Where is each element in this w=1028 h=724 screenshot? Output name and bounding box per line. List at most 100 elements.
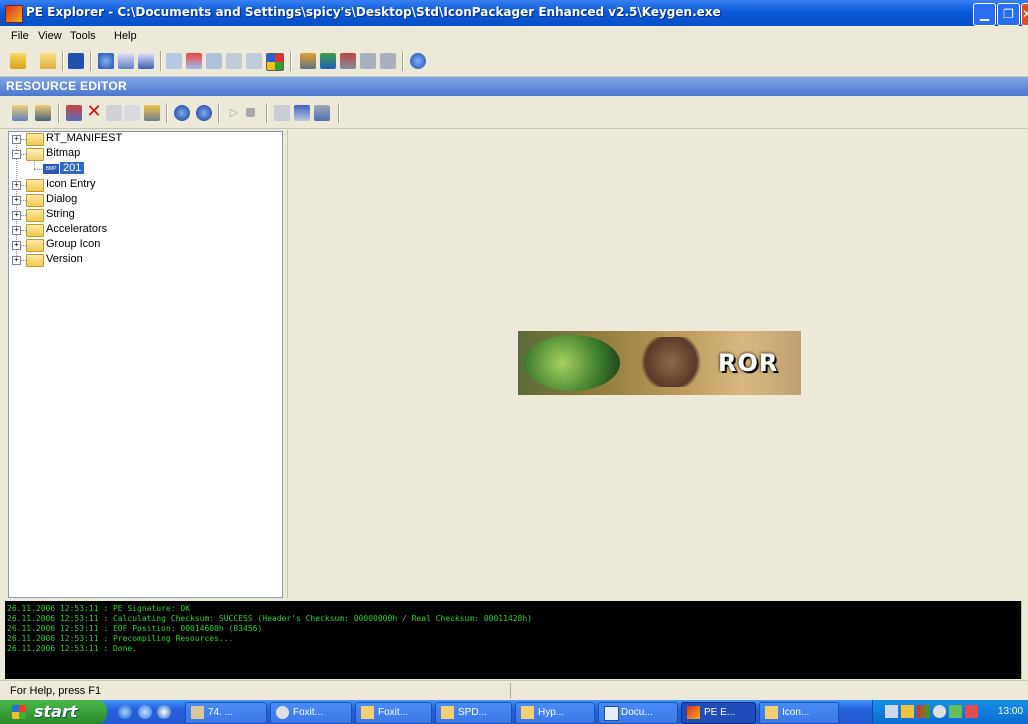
- paste-icon[interactable]: [144, 105, 160, 121]
- taskbar-item[interactable]: Docu...: [598, 702, 678, 724]
- foxit-icon: [276, 706, 289, 719]
- tools-icon[interactable]: [360, 53, 376, 69]
- tray-app-icon[interactable]: [933, 705, 946, 718]
- taskbar-item[interactable]: Hyp...: [515, 702, 595, 724]
- tree-item-string[interactable]: + String: [9, 208, 279, 222]
- pe-explorer-icon: [687, 706, 700, 719]
- resource-tree[interactable]: + RT_MANIFEST − Bitmap BMP 201 + Icon En…: [8, 131, 283, 598]
- tree-item-group-icon[interactable]: + Group Icon: [9, 238, 279, 252]
- log-line: 26.11.2006 12:53:11 : PE Signature: OK: [7, 604, 191, 613]
- bitmap-preview-image: ROR: [518, 331, 801, 395]
- play-icon[interactable]: ▷: [226, 105, 242, 121]
- folder-icon: [26, 239, 44, 252]
- move-down-icon[interactable]: [174, 105, 190, 121]
- folder-icon: [765, 706, 778, 719]
- save-resource-icon[interactable]: [12, 105, 28, 121]
- taskbar-item[interactable]: 74. ...: [185, 702, 267, 724]
- ie-icon[interactable]: [118, 705, 132, 719]
- delete-icon[interactable]: ✕: [86, 103, 102, 121]
- undo-icon[interactable]: [106, 105, 122, 121]
- open-file-icon[interactable]: [10, 53, 26, 69]
- tray-app-icon[interactable]: [901, 705, 914, 718]
- start-button[interactable]: start: [0, 700, 107, 724]
- export-icon[interactable]: [166, 53, 182, 69]
- resource-toolbar: ✕ ▷: [0, 96, 1028, 129]
- tree-item-accelerators[interactable]: + Accelerators: [9, 223, 279, 237]
- tree-icon[interactable]: [320, 53, 336, 69]
- ie-alt-icon[interactable]: [138, 705, 152, 719]
- resource-editor-header: RESOURCE EDITOR: [0, 77, 1028, 96]
- menu-help[interactable]: Help: [114, 30, 137, 42]
- maximize-button[interactable]: ❐: [997, 3, 1020, 26]
- taskbar: start 74. ... Foxit... Foxit... SPD... H…: [0, 700, 1028, 724]
- load-resource-icon[interactable]: [35, 105, 51, 121]
- folder-icon: [521, 706, 534, 719]
- taskbar-item[interactable]: Icon...: [759, 702, 839, 724]
- copy-icon[interactable]: [124, 105, 140, 121]
- tree-item-icon-entry[interactable]: + Icon Entry: [9, 178, 279, 192]
- temple-image: [636, 337, 706, 387]
- menu-tools[interactable]: Tools: [70, 30, 96, 42]
- app-icon: [191, 706, 204, 719]
- resource-editor-label: RESOURCE EDITOR: [6, 79, 127, 93]
- tree-item-dialog[interactable]: + Dialog: [9, 193, 279, 207]
- tree-item-rt-manifest[interactable]: + RT_MANIFEST: [9, 132, 279, 146]
- log-scrollbar[interactable]: [1021, 601, 1028, 679]
- tray-app-icon[interactable]: [917, 705, 930, 718]
- headers-icon[interactable]: [118, 53, 134, 69]
- banner-text: ROR: [718, 349, 779, 377]
- options-icon[interactable]: [380, 53, 396, 69]
- open-folder-icon[interactable]: [40, 53, 56, 69]
- plugins-icon[interactable]: [300, 53, 316, 69]
- help-icon[interactable]: [410, 53, 426, 69]
- network-icon[interactable]: [885, 705, 898, 718]
- tray-app-icon[interactable]: [949, 705, 962, 718]
- clock[interactable]: 13:00: [998, 706, 1023, 717]
- sections-icon[interactable]: [138, 53, 154, 69]
- log-line: 26.11.2006 12:53:11 : Calculating Checks…: [7, 614, 532, 623]
- folder-icon: [26, 224, 44, 237]
- minimize-button[interactable]: ▁: [973, 3, 996, 26]
- properties-icon[interactable]: [294, 105, 310, 121]
- save-icon[interactable]: [68, 53, 84, 69]
- dialog-editor-icon[interactable]: [314, 105, 330, 121]
- open-folder-icon: [26, 148, 44, 161]
- dependency-icon[interactable]: [246, 53, 262, 69]
- log-output[interactable]: 26.11.2006 12:53:11 : PE Signature: OK 2…: [5, 601, 1023, 679]
- log-line: 26.11.2006 12:53:11 : Done.: [7, 644, 138, 653]
- taskbar-item[interactable]: Foxit...: [270, 702, 352, 724]
- status-text: For Help, press F1: [10, 685, 102, 697]
- app-icon[interactable]: [5, 5, 23, 23]
- edit-resource-icon[interactable]: [66, 105, 82, 121]
- menu-file[interactable]: File: [11, 30, 29, 42]
- resources-icon[interactable]: [206, 53, 222, 69]
- menu-view[interactable]: View: [38, 30, 62, 42]
- info-icon[interactable]: [98, 53, 114, 69]
- close-button[interactable]: ✕: [1021, 3, 1028, 26]
- folder-icon: [26, 179, 44, 192]
- system-tray: 13:00: [872, 700, 1028, 724]
- folder-icon: [26, 194, 44, 207]
- window-title: PE Explorer - C:\Documents and Settings\…: [26, 5, 721, 19]
- taskbar-item[interactable]: Foxit...: [355, 702, 432, 724]
- folder-icon: [441, 706, 454, 719]
- taskbar-item-active[interactable]: PE E...: [681, 702, 756, 724]
- disassembler-icon[interactable]: [226, 53, 242, 69]
- folder-icon: [26, 254, 44, 267]
- tree-item-bitmap[interactable]: − Bitmap: [9, 147, 279, 161]
- resource-editor-icon[interactable]: [266, 53, 284, 71]
- status-bar: For Help, press F1: [0, 680, 1028, 701]
- tree-item-201[interactable]: BMP 201: [9, 162, 279, 176]
- tray-app-icon[interactable]: [965, 705, 978, 718]
- move-up-icon[interactable]: [196, 105, 212, 121]
- stop-icon[interactable]: [246, 108, 255, 117]
- folder-icon: [361, 706, 374, 719]
- taskbar-item[interactable]: SPD...: [435, 702, 512, 724]
- title-bar[interactable]: PE Explorer - C:\Documents and Settings\…: [0, 0, 1028, 26]
- import-icon[interactable]: [186, 53, 202, 69]
- view-icon[interactable]: [274, 105, 290, 121]
- tree-item-version[interactable]: + Version: [9, 253, 279, 267]
- log-line: 26.11.2006 12:53:11 : Precompiling Resou…: [7, 634, 234, 643]
- media-player-icon[interactable]: [157, 705, 171, 719]
- compare-icon[interactable]: [340, 53, 356, 69]
